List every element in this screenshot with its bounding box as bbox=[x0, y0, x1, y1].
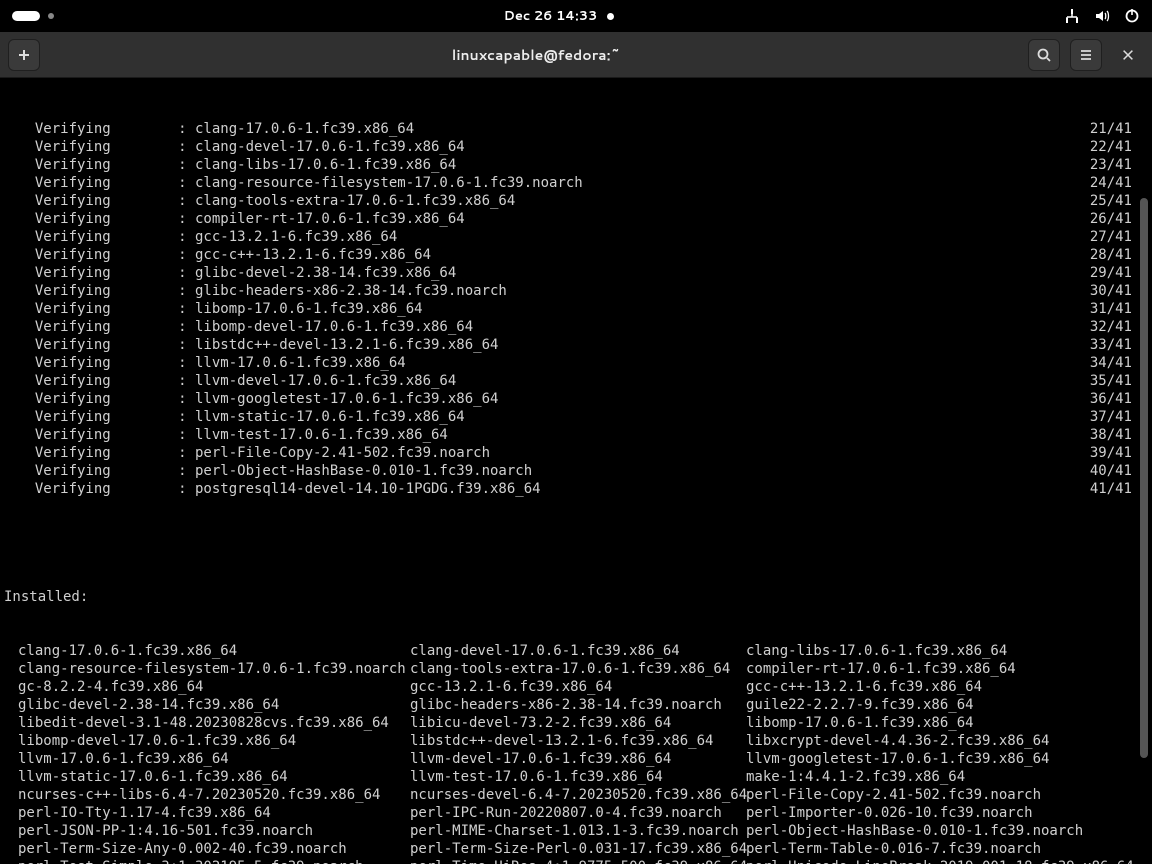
window-title: linuxcapable@fedora:~ bbox=[44, 45, 1028, 65]
installed-row: perl-JSON-PP-1:4.16-501.fc39.noarchperl-… bbox=[18, 822, 1152, 840]
power-icon[interactable] bbox=[1124, 8, 1140, 24]
clock-area[interactable]: Dec 26 14:33 bbox=[504, 7, 615, 25]
terminal-titlebar: linuxcapable@fedora:~ bbox=[0, 32, 1152, 78]
installed-row: ncurses-c++-libs-6.4-7.20230520.fc39.x86… bbox=[18, 786, 1152, 804]
installed-row: perl-IO-Tty-1.17-4.fc39.x86_64perl-IPC-R… bbox=[18, 804, 1152, 822]
scrollbar[interactable] bbox=[1140, 78, 1150, 864]
verify-line: Verifying : llvm-test-17.0.6-1.fc39.x86_… bbox=[2, 426, 1152, 444]
verify-line: Verifying : llvm-static-17.0.6-1.fc39.x8… bbox=[2, 408, 1152, 426]
verify-line: Verifying : llvm-googletest-17.0.6-1.fc3… bbox=[2, 390, 1152, 408]
terminal-viewport[interactable]: Verifying : clang-17.0.6-1.fc39.x86_6421… bbox=[0, 78, 1152, 864]
installed-row: clang-resource-filesystem-17.0.6-1.fc39.… bbox=[18, 660, 1152, 678]
installed-row: llvm-17.0.6-1.fc39.x86_64llvm-devel-17.0… bbox=[18, 750, 1152, 768]
verify-line: Verifying : gcc-c++-13.2.1-6.fc39.x86_64… bbox=[2, 246, 1152, 264]
verify-line: Verifying : clang-tools-extra-17.0.6-1.f… bbox=[2, 192, 1152, 210]
installed-row: perl-Term-Size-Any-0.002-40.fc39.noarchp… bbox=[18, 840, 1152, 858]
verify-line: Verifying : perl-Object-HashBase-0.010-1… bbox=[2, 462, 1152, 480]
verify-line: Verifying : postgresql14-devel-14.10-1PG… bbox=[2, 480, 1152, 498]
workspace-pill-icon bbox=[12, 11, 40, 21]
verify-line: Verifying : clang-17.0.6-1.fc39.x86_6421… bbox=[2, 120, 1152, 138]
verify-line: Verifying : compiler-rt-17.0.6-1.fc39.x8… bbox=[2, 210, 1152, 228]
installed-row: perl-Test-Simple-3:1.302195-5.fc39.noarc… bbox=[18, 858, 1152, 864]
verify-line: Verifying : clang-devel-17.0.6-1.fc39.x8… bbox=[2, 138, 1152, 156]
activities-area[interactable] bbox=[12, 11, 54, 21]
verify-line: Verifying : perl-File-Copy-2.41-502.fc39… bbox=[2, 444, 1152, 462]
verify-line: Verifying : llvm-17.0.6-1.fc39.x86_6434/… bbox=[2, 354, 1152, 372]
installed-row: glibc-devel-2.38-14.fc39.x86_64glibc-hea… bbox=[18, 696, 1152, 714]
datetime-label: Dec 26 14:33 bbox=[504, 7, 598, 25]
menu-button[interactable] bbox=[1070, 39, 1102, 71]
installed-row: gc-8.2.2-4.fc39.x86_64gcc-13.2.1-6.fc39.… bbox=[18, 678, 1152, 696]
verify-line: Verifying : llvm-devel-17.0.6-1.fc39.x86… bbox=[2, 372, 1152, 390]
verify-line: Verifying : clang-libs-17.0.6-1.fc39.x86… bbox=[2, 156, 1152, 174]
verify-line: Verifying : clang-resource-filesystem-17… bbox=[2, 174, 1152, 192]
new-tab-button[interactable] bbox=[8, 39, 40, 71]
verify-line: Verifying : glibc-headers-x86-2.38-14.fc… bbox=[2, 282, 1152, 300]
network-icon[interactable] bbox=[1064, 8, 1080, 24]
notification-dot-icon bbox=[607, 13, 614, 20]
installed-row: libomp-devel-17.0.6-1.fc39.x86_64libstdc… bbox=[18, 732, 1152, 750]
installed-row: clang-17.0.6-1.fc39.x86_64clang-devel-17… bbox=[18, 642, 1152, 660]
gnome-top-panel: Dec 26 14:33 bbox=[0, 0, 1152, 32]
verify-line: Verifying : libstdc++-devel-13.2.1-6.fc3… bbox=[2, 336, 1152, 354]
installed-header: Installed: bbox=[2, 588, 1152, 606]
verify-line: Verifying : glibc-devel-2.38-14.fc39.x86… bbox=[2, 264, 1152, 282]
search-button[interactable] bbox=[1028, 39, 1060, 71]
volume-icon[interactable] bbox=[1094, 8, 1110, 24]
installed-row: llvm-static-17.0.6-1.fc39.x86_64llvm-tes… bbox=[18, 768, 1152, 786]
verify-line: Verifying : libomp-devel-17.0.6-1.fc39.x… bbox=[2, 318, 1152, 336]
workspace-dot-icon bbox=[48, 13, 54, 19]
scrollbar-thumb[interactable] bbox=[1140, 198, 1148, 758]
close-button[interactable] bbox=[1112, 39, 1144, 71]
installed-row: libedit-devel-3.1-48.20230828cvs.fc39.x8… bbox=[18, 714, 1152, 732]
verify-line: Verifying : gcc-13.2.1-6.fc39.x86_6427/4… bbox=[2, 228, 1152, 246]
verify-line: Verifying : libomp-17.0.6-1.fc39.x86_643… bbox=[2, 300, 1152, 318]
